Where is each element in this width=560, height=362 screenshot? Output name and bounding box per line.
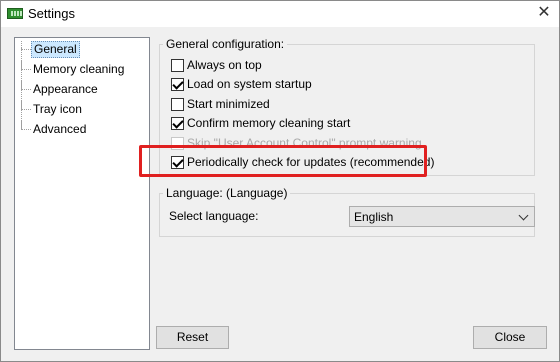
always-on-top-checkbox[interactable]: Always on top xyxy=(171,57,262,73)
settings-tree: General Memory cleaning Appearance Tray … xyxy=(14,37,150,350)
select-language-label: Select language: xyxy=(169,209,259,223)
close-window-button[interactable]: ✕ xyxy=(529,1,559,27)
language-group-title: Language: (Language) xyxy=(163,186,291,200)
tree-item-label: Memory cleaning xyxy=(33,62,125,76)
checkbox-box[interactable] xyxy=(171,97,184,111)
tree-item-label: General xyxy=(31,41,80,58)
language-select[interactable]: English xyxy=(349,206,535,227)
tree-item-label: Tray icon xyxy=(33,102,82,116)
general-config-title: General configuration: xyxy=(163,37,288,51)
tree-item-label: Appearance xyxy=(33,82,98,96)
close-button[interactable]: Close xyxy=(473,326,547,349)
checkbox-box[interactable] xyxy=(171,116,184,130)
language-select-value: English xyxy=(354,210,394,224)
settings-window: Settings ✕ General Memory cleaning Appea… xyxy=(0,0,560,362)
confirm-cleaning-checkbox[interactable]: Confirm memory cleaning start xyxy=(171,115,350,131)
checkbox-label: Start minimized xyxy=(187,97,270,111)
checkbox-label: Load on system startup xyxy=(187,77,312,91)
memory-chip-icon xyxy=(7,8,23,19)
window-title: Settings xyxy=(28,6,75,21)
start-minimized-checkbox[interactable]: Start minimized xyxy=(171,96,270,112)
reset-button[interactable]: Reset xyxy=(156,326,229,349)
title-bar: Settings ✕ xyxy=(1,1,559,27)
load-on-startup-checkbox[interactable]: Load on system startup xyxy=(171,76,312,92)
checkbox-box[interactable] xyxy=(171,58,184,72)
chevron-down-icon xyxy=(518,210,529,221)
checkbox-label: Always on top xyxy=(187,58,262,72)
checkbox-box[interactable] xyxy=(171,77,184,91)
highlight-annotation xyxy=(139,145,427,177)
tree-item-label: Advanced xyxy=(33,122,87,136)
checkbox-label: Confirm memory cleaning start xyxy=(187,116,351,130)
